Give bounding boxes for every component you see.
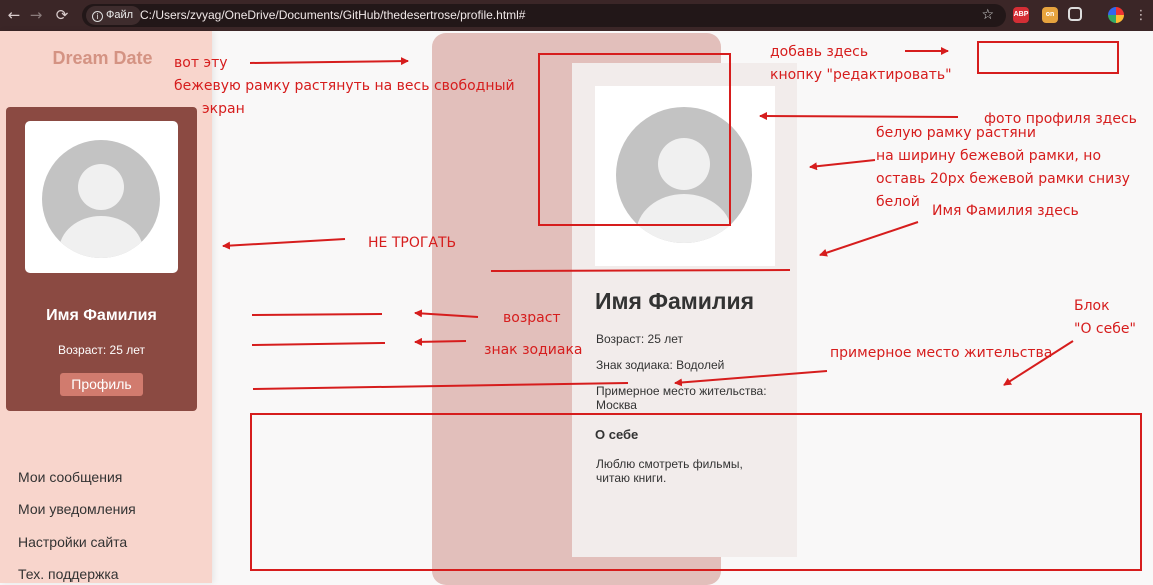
annotation-block-line: Блок [1074,298,1110,314]
arrow-dont-touch [222,238,346,250]
annotation-name: Имя Фамилия здесь [932,203,1079,219]
annotation-frame-line: вот эту [174,55,228,71]
annotation-dont-touch: НЕ ТРОГАТЬ [368,235,457,251]
annotation-about-block: Блок "О себе" [1074,295,1136,341]
arrow-age [414,309,479,318]
line-location [252,382,629,390]
arrow-name [819,221,919,257]
arrow-white-frame [809,159,876,171]
line-name [490,269,791,272]
annotation-white-line: на ширину бежевой рамки, но [876,148,1102,164]
annotation-frame: вот эту бежевую рамку растянуть на весь … [174,52,515,121]
arrow-zodiac [414,337,467,346]
line-age [251,313,383,316]
arrow-location [674,370,828,387]
line-zodiac [251,342,386,346]
annotation-frame-line: бежевую рамку растянуть на весь свободны… [174,78,515,94]
annotation-edit-line: кнопку "редактировать" [770,67,952,83]
annotation-edit-line: добавь здесь [770,44,869,60]
arrow-photo [759,112,959,121]
annotation-block-line: "О себе" [1074,321,1136,337]
annotation-arrows [222,47,1074,390]
annotation-edit: добавь здесь кнопку "редактировать" [770,41,952,87]
annotation-location: примерное место жительства [830,345,1053,361]
annotation-zodiac: знак зодиака [484,342,583,358]
annotation-age: возраст [503,310,561,326]
annotation-white-line: оставь 20px бежевой рамки снизу [876,171,1130,187]
annotation-frame-line: экран [202,101,245,117]
annotation-white-line: белую рамку растяни [876,125,1036,141]
